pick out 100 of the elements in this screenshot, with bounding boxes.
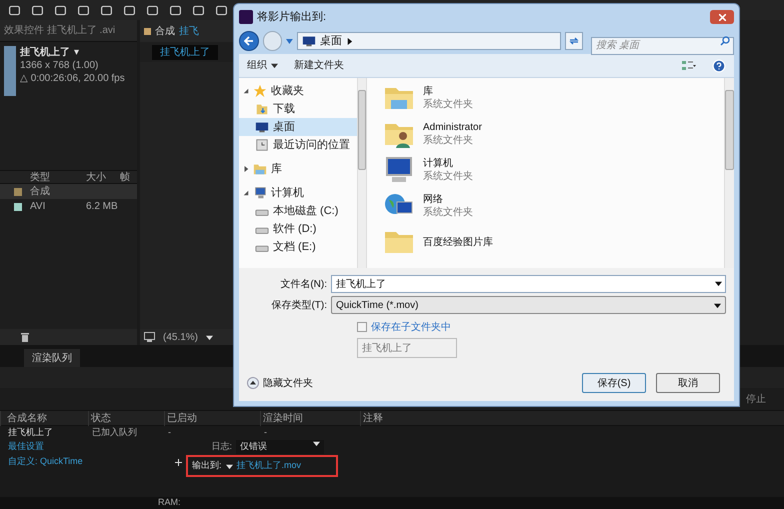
file-name: 库 <box>423 85 434 98</box>
hide-folders-button[interactable]: 隐藏文件夹 <box>247 376 313 390</box>
tool-icon[interactable] <box>123 4 136 16</box>
comp-name-label[interactable]: 挂飞机上了 <box>152 44 218 60</box>
file-item[interactable]: 网络 系统文件夹 <box>383 188 724 224</box>
output-module-link[interactable]: 自定义: QuickTime <box>0 455 175 469</box>
caret-icon <box>714 302 721 308</box>
tool-icon[interactable] <box>215 4 228 16</box>
column-header[interactable]: 状态 <box>88 410 164 426</box>
log-dropdown[interactable]: 仅错误 <box>236 440 324 454</box>
nav-group[interactable]: 收藏夹 <box>239 82 357 100</box>
star-icon <box>253 84 267 98</box>
render-settings-link[interactable]: 最佳设置 <box>0 440 180 454</box>
render-queue-tab[interactable]: 渲染队列 <box>24 349 80 367</box>
nav-item[interactable]: 文档 (E:) <box>239 238 357 256</box>
save-button[interactable]: 保存(S) <box>582 373 646 393</box>
column-header[interactable]: 已启动 <box>164 410 260 426</box>
file-type-label: 保存类型(T): <box>270 298 328 312</box>
footage-name: 挂飞机上了 <box>20 46 70 59</box>
monitor-icon <box>255 120 269 134</box>
tool-icon[interactable] <box>8 4 21 16</box>
nav-group[interactable]: 库 <box>239 160 357 178</box>
close-button[interactable] <box>710 10 734 24</box>
add-icon[interactable] <box>175 458 182 466</box>
back-button[interactable] <box>239 31 259 51</box>
nav-item[interactable]: 软件 (D:) <box>239 220 357 238</box>
expanded-caret-icon[interactable] <box>243 88 249 94</box>
caret-icon[interactable] <box>271 62 278 69</box>
collapsed-caret-icon[interactable] <box>243 166 249 172</box>
file-name: Administrator <box>423 121 482 134</box>
caret-icon[interactable]: ▾ <box>74 46 79 59</box>
help-icon[interactable] <box>712 58 726 72</box>
expanded-caret-icon[interactable] <box>243 190 249 196</box>
tool-icon[interactable] <box>77 4 90 16</box>
project-row[interactable]: 合成 <box>0 184 137 199</box>
caret-icon <box>313 440 320 448</box>
cancel-button[interactable]: 取消 <box>656 373 720 393</box>
output-label: 输出到: <box>192 459 222 472</box>
collapse-icon <box>247 377 259 389</box>
scrollbar[interactable] <box>357 78 367 268</box>
scrollbar[interactable] <box>724 78 734 268</box>
refresh-icon <box>569 36 580 46</box>
search-icon <box>720 36 730 46</box>
stop-button[interactable]: 停止 <box>746 392 766 406</box>
subfolder-name-field[interactable]: 挂飞机上了 <box>357 338 457 358</box>
file-type-dropdown[interactable]: QuickTime (*.mov) <box>331 296 726 314</box>
nav-group[interactable]: 计算机 <box>239 184 357 202</box>
column-header[interactable]: 合成名称 <box>0 410 88 426</box>
subfolder-label[interactable]: 保存在子文件夹中 <box>371 320 451 334</box>
tool-icon[interactable] <box>169 4 182 16</box>
view-options-icon[interactable] <box>682 60 696 72</box>
organize-menu[interactable]: 组织 <box>247 58 267 73</box>
address-bar[interactable]: 桌面 <box>297 32 562 50</box>
file-item[interactable]: 库 系统文件夹 <box>383 80 724 116</box>
column-header[interactable]: 大小 <box>86 170 120 184</box>
column-header[interactable]: 帧 <box>120 170 134 184</box>
trash-icon[interactable] <box>20 332 30 342</box>
monitor-icon[interactable] <box>144 332 155 342</box>
subfolder-checkbox[interactable] <box>357 322 367 332</box>
tool-icon[interactable] <box>192 4 205 16</box>
comp-tab-name[interactable]: 挂飞 <box>179 24 199 38</box>
panel-tab-label[interactable]: 合成 <box>155 24 175 38</box>
caret-icon[interactable] <box>206 334 214 340</box>
queue-item-started: - <box>168 426 172 440</box>
tool-icon[interactable] <box>31 4 44 16</box>
column-header[interactable]: 渲染时间 <box>260 410 360 426</box>
tool-icon[interactable] <box>100 4 113 16</box>
nav-item[interactable]: 下载 <box>239 100 357 118</box>
search-field[interactable]: 搜索 桌面 <box>591 36 734 54</box>
monitor-icon <box>302 34 316 48</box>
tool-icon[interactable] <box>146 4 159 16</box>
folder-icon <box>255 102 269 116</box>
nav-item[interactable]: 最近访问的位置 <box>239 136 357 154</box>
file-type: 系统文件夹 <box>423 98 473 111</box>
nav-item[interactable]: 桌面 <box>239 118 357 136</box>
caret-icon[interactable] <box>226 462 233 470</box>
file-type: 系统文件夹 <box>423 206 473 219</box>
refresh-button[interactable] <box>565 32 584 50</box>
queue-item-render-time: - <box>264 426 267 440</box>
nav-item[interactable]: 本地磁盘 (C:) <box>239 202 357 220</box>
new-folder-button[interactable]: 新建文件夹 <box>294 58 344 73</box>
tool-icon[interactable] <box>54 4 67 16</box>
file-name: 计算机 <box>423 157 454 170</box>
dropdown-caret-icon[interactable] <box>715 280 722 287</box>
computer-icon <box>253 186 267 200</box>
file-item[interactable]: 计算机 系统文件夹 <box>383 152 724 188</box>
project-row[interactable]: AVI 6.2 MB <box>0 199 137 214</box>
file-type: 系统文件夹 <box>423 170 473 183</box>
column-header[interactable]: 类型 <box>30 170 86 184</box>
file-item[interactable]: Administrator 系统文件夹 <box>383 116 724 152</box>
filename-label: 文件名(N): <box>279 278 328 292</box>
back-arrow-icon <box>244 36 254 46</box>
ram-label: RAM: <box>158 496 180 509</box>
column-header[interactable]: 注释 <box>360 410 440 426</box>
output-file-link[interactable]: 挂飞机上了.mov <box>236 459 302 473</box>
filename-field[interactable]: 挂飞机上了 <box>331 275 726 293</box>
size-text: 6.2 MB <box>86 200 118 214</box>
label-square-icon <box>144 28 151 34</box>
file-item[interactable]: 百度经验图片库 <box>383 224 724 260</box>
folder-icon <box>253 162 267 176</box>
